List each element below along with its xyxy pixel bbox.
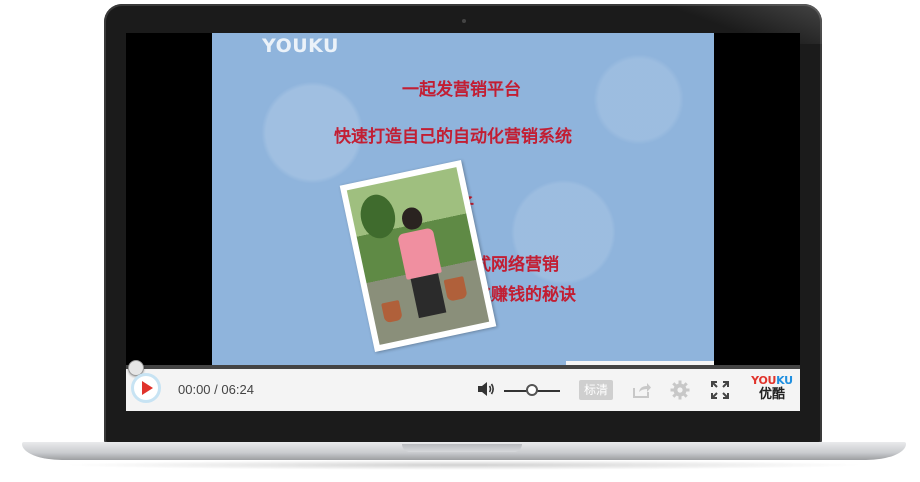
volume-handle[interactable]: [526, 384, 538, 396]
youku-logo: YOUKU: [751, 374, 793, 387]
webcam: [462, 19, 466, 23]
laptop-base-notch: [402, 444, 522, 452]
current-time: 00:00: [178, 382, 211, 397]
play-button[interactable]: [131, 373, 161, 403]
duration: 06:24: [221, 382, 254, 397]
slide-title: 一起发营销平台: [402, 80, 521, 100]
youku-watermark: YOUKU: [262, 35, 339, 57]
progress-bar[interactable]: [126, 365, 800, 369]
volume-icon[interactable]: [476, 380, 496, 398]
video-frame[interactable]: YOUKU 一起发营销平台 快速打造自己的自动化营销系统 强子 病毒式网络营销 …: [212, 33, 714, 365]
presenter-photo: [339, 159, 497, 353]
quality-button[interactable]: 标清: [579, 380, 613, 400]
share-icon[interactable]: [631, 380, 653, 400]
play-icon: [142, 381, 153, 395]
slide-subtitle: 快速打造自己的自动化营销系统: [334, 127, 572, 147]
youku-brand[interactable]: YOUKU 优酷: [750, 374, 794, 403]
fullscreen-icon[interactable]: [710, 380, 730, 400]
youku-brand-name: 优酷: [758, 387, 785, 402]
time-separator: /: [210, 382, 222, 397]
video-player[interactable]: YOUKU 一起发营销平台 快速打造自己的自动化营销系统 强子 病毒式网络营销 …: [126, 33, 800, 411]
time-display: 00:00 / 06:24: [178, 382, 254, 397]
laptop-shadow: [60, 460, 868, 470]
gear-icon[interactable]: [669, 379, 691, 401]
